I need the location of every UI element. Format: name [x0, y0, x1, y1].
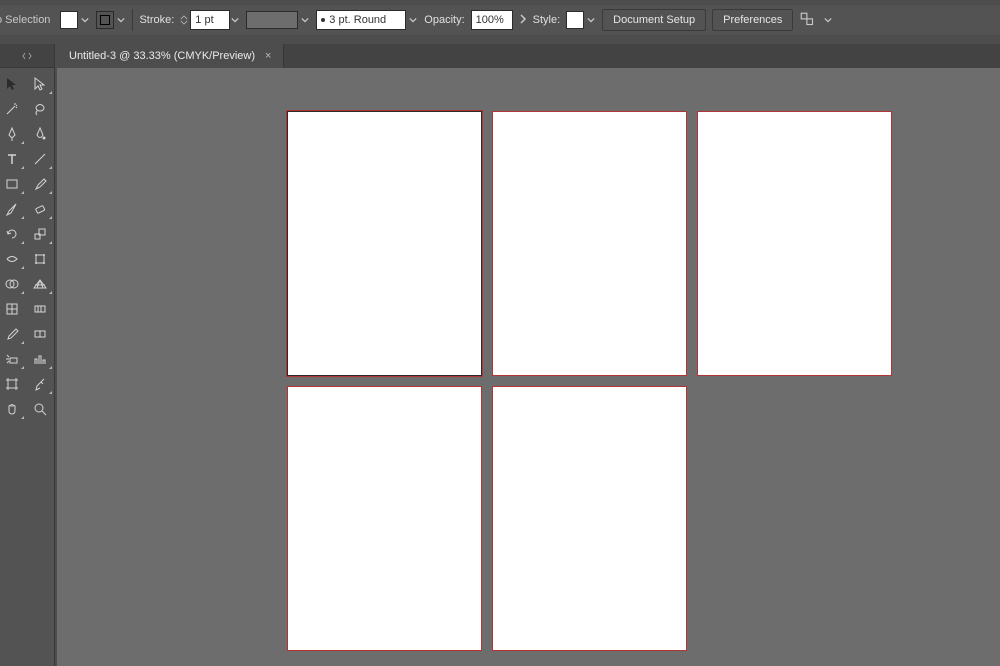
eraser-tool[interactable] [28, 197, 53, 220]
type-tool[interactable] [0, 147, 25, 170]
stroke-swatch-dropdown[interactable] [96, 11, 126, 29]
chevron-down-icon [408, 11, 418, 29]
line-segment-tool[interactable] [28, 147, 53, 170]
symbol-sprayer-tool[interactable] [0, 347, 25, 370]
width-tool[interactable] [0, 247, 25, 270]
blend-tool[interactable] [28, 322, 53, 345]
eyedropper-tool[interactable] [0, 322, 25, 345]
document-tab[interactable]: Untitled-3 @ 33.33% (CMYK/Preview) × [57, 44, 284, 68]
dot-icon [321, 18, 325, 22]
brush-definition-label: 3 pt. Round [329, 14, 386, 26]
document-tab-strip: Untitled-3 @ 33.33% (CMYK/Preview) × [57, 44, 1000, 68]
opacity-input[interactable]: 100% [471, 10, 513, 30]
hand-tool[interactable] [0, 397, 25, 420]
artboard-2[interactable] [492, 111, 687, 376]
tools-panel-header[interactable] [0, 44, 54, 68]
direct-selection-tool[interactable] [28, 72, 53, 95]
gradient-tool[interactable] [28, 297, 53, 320]
stroke-color-preview [246, 11, 298, 29]
artboard-1[interactable] [287, 111, 482, 376]
style-label: Style: [533, 14, 561, 26]
paintbrush-tool[interactable] [28, 172, 53, 195]
tab-close-icon[interactable]: × [265, 50, 271, 62]
shaper-tool[interactable] [0, 197, 25, 220]
control-bar: o Selection Stroke: 1 pt 3 pt. Round Opa… [0, 5, 1000, 35]
brush-definition-dropdown[interactable]: 3 pt. Round [316, 10, 418, 30]
stroke-weight-stepper[interactable]: 1 pt [180, 10, 240, 30]
fill-swatch [60, 11, 78, 29]
rectangle-tool[interactable] [0, 172, 25, 195]
document-setup-button[interactable]: Document Setup [602, 9, 706, 31]
brush-definition: 3 pt. Round [316, 10, 406, 30]
zoom-tool[interactable] [28, 397, 53, 420]
chevron-down-icon [586, 11, 596, 29]
chevron-down-icon [116, 11, 126, 29]
stroke-weight-value[interactable]: 1 pt [190, 10, 230, 30]
stepper-arrows[interactable] [180, 15, 190, 25]
pen-tool[interactable] [0, 122, 25, 145]
document-tab-title: Untitled-3 @ 33.33% (CMYK/Preview) [69, 50, 255, 62]
column-graph-tool[interactable] [28, 347, 53, 370]
opacity-more-icon[interactable] [519, 14, 527, 27]
opacity-label: Opacity: [424, 14, 464, 26]
canvas[interactable] [57, 68, 1000, 666]
preferences-button[interactable]: Preferences [712, 9, 793, 31]
artboard-5[interactable] [492, 386, 687, 651]
free-transform-tool[interactable] [28, 247, 53, 270]
style-swatch [566, 11, 584, 29]
stroke-label: Stroke: [139, 14, 174, 26]
rotate-tool[interactable] [0, 222, 25, 245]
artboard-4[interactable] [287, 386, 482, 651]
align-flyout-icon[interactable] [799, 11, 817, 29]
stroke-swatch [96, 11, 114, 29]
chevron-down-icon[interactable] [230, 11, 240, 29]
lasso-tool[interactable] [28, 97, 53, 120]
tools-panel [0, 44, 55, 666]
selection-label: o Selection [0, 14, 50, 26]
shape-builder-tool[interactable] [0, 272, 25, 295]
perspective-grid-tool[interactable] [28, 272, 53, 295]
chevron-down-icon[interactable] [823, 11, 833, 29]
fill-swatch-dropdown[interactable] [60, 11, 90, 29]
tools-grid [0, 68, 54, 420]
selection-tool[interactable] [0, 72, 25, 95]
mesh-tool[interactable] [0, 297, 25, 320]
scale-tool[interactable] [28, 222, 53, 245]
chevron-down-icon [300, 11, 310, 29]
chevron-down-icon [80, 11, 90, 29]
divider [132, 9, 133, 31]
curvature-tool[interactable] [28, 122, 53, 145]
variable-width-profile-dropdown[interactable] [246, 11, 310, 29]
artboard-3[interactable] [697, 111, 892, 376]
graphic-style-dropdown[interactable] [566, 11, 596, 29]
slice-tool[interactable] [28, 372, 53, 395]
magic-wand-tool[interactable] [0, 97, 25, 120]
artboard-tool[interactable] [0, 372, 25, 395]
